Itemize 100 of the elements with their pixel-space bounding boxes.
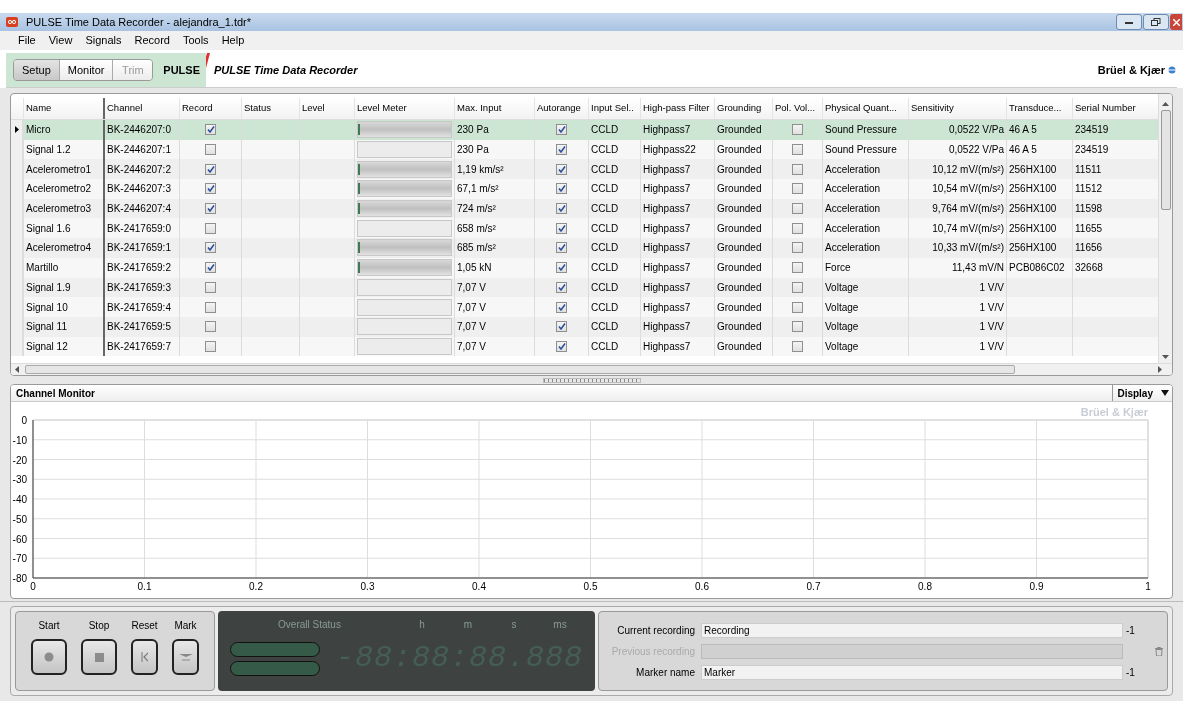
checkbox[interactable] bbox=[205, 340, 216, 352]
checkbox[interactable] bbox=[792, 301, 803, 313]
checkbox[interactable] bbox=[792, 242, 803, 254]
checkbox[interactable] bbox=[205, 321, 216, 333]
checkbox[interactable] bbox=[556, 262, 567, 274]
text-field[interactable]: Marker bbox=[701, 664, 1123, 680]
checkbox[interactable] bbox=[205, 242, 216, 254]
checkbox[interactable] bbox=[556, 163, 567, 175]
status-title: Overall Status bbox=[277, 618, 342, 632]
checkbox[interactable] bbox=[556, 321, 567, 333]
table-cell: 234519 bbox=[1072, 120, 1142, 140]
menu-item[interactable]: Tools bbox=[176, 32, 215, 49]
menu-item[interactable]: Signals bbox=[79, 32, 128, 49]
checkbox[interactable] bbox=[556, 222, 567, 234]
checkbox[interactable] bbox=[792, 183, 803, 195]
close-button[interactable] bbox=[1170, 14, 1182, 30]
record-button[interactable] bbox=[31, 639, 67, 675]
mode-tab[interactable]: Setup bbox=[14, 60, 59, 80]
checkbox[interactable] bbox=[556, 183, 567, 195]
checkbox[interactable] bbox=[556, 124, 567, 136]
column-header[interactable]: Sensitivity bbox=[908, 98, 1006, 119]
splitter-handle[interactable] bbox=[542, 377, 641, 383]
checkbox[interactable] bbox=[205, 203, 216, 215]
checkbox[interactable] bbox=[556, 203, 567, 215]
column-header[interactable]: Name bbox=[23, 98, 103, 119]
checkbox[interactable] bbox=[556, 340, 567, 352]
mark-button[interactable] bbox=[172, 639, 199, 675]
column-header[interactable]: High-pass Filter bbox=[640, 98, 714, 119]
checkbox[interactable] bbox=[556, 281, 567, 293]
brand-logo: Brüel & Kjær bbox=[1097, 62, 1166, 78]
column-header[interactable]: Max. Input bbox=[454, 98, 534, 119]
table-cell: Grounded bbox=[714, 257, 772, 278]
table-cell: Force bbox=[822, 257, 908, 278]
stop-icon bbox=[94, 652, 104, 662]
checkbox[interactable] bbox=[792, 281, 803, 293]
vertical-scrollbar[interactable] bbox=[1158, 94, 1172, 363]
scroll-thumb[interactable] bbox=[1160, 110, 1171, 210]
checkbox[interactable] bbox=[205, 262, 216, 274]
button-label: Reset bbox=[131, 619, 158, 633]
close-icon bbox=[1172, 18, 1180, 26]
scroll-thumb[interactable] bbox=[25, 365, 1015, 374]
column-header[interactable]: Pol. Vol... bbox=[772, 98, 822, 119]
column-header[interactable]: Serial Number bbox=[1072, 98, 1142, 119]
table-cell: 1,05 kN bbox=[454, 257, 534, 278]
reset-button[interactable] bbox=[131, 639, 158, 675]
tick-label: 0.3 bbox=[360, 581, 375, 592]
checkbox[interactable] bbox=[792, 203, 803, 215]
checkbox[interactable] bbox=[205, 281, 216, 293]
checkbox[interactable] bbox=[205, 124, 216, 136]
table-cell: 11656 bbox=[1072, 238, 1142, 258]
minimize-button[interactable] bbox=[1116, 14, 1142, 30]
menu-item[interactable]: View bbox=[42, 32, 79, 49]
horizontal-scrollbar[interactable] bbox=[11, 363, 1172, 375]
checkbox[interactable] bbox=[792, 340, 803, 352]
record-icon bbox=[44, 652, 54, 662]
column-header[interactable]: Status bbox=[241, 98, 299, 119]
column-header[interactable]: Record bbox=[179, 98, 241, 119]
checkbox[interactable] bbox=[792, 321, 803, 333]
maximize-button[interactable] bbox=[1143, 14, 1169, 30]
checkbox[interactable] bbox=[205, 163, 216, 175]
text-field[interactable]: Recording bbox=[701, 622, 1123, 638]
table-cell: CCLD bbox=[588, 120, 640, 140]
checkbox[interactable] bbox=[205, 183, 216, 195]
mode-tab[interactable]: Monitor bbox=[58, 60, 113, 80]
menu-item[interactable]: Record bbox=[128, 32, 176, 49]
table-cell: Highpass7 bbox=[640, 120, 714, 140]
table-cell: 10,33 mV/(m/s²) bbox=[908, 238, 1006, 258]
column-header[interactable]: Physical Quant... bbox=[822, 98, 908, 119]
checkbox[interactable] bbox=[205, 144, 216, 156]
checkbox[interactable] bbox=[205, 222, 216, 234]
tick-label: 1 bbox=[1145, 581, 1151, 592]
column-header[interactable]: Grounding bbox=[714, 98, 772, 119]
button-label: Mark bbox=[174, 619, 197, 633]
unit-label: m bbox=[462, 618, 474, 632]
checkbox[interactable] bbox=[792, 262, 803, 274]
table-cell: CCLD bbox=[588, 257, 640, 278]
column-header[interactable]: Transduce... bbox=[1006, 98, 1072, 119]
checkbox[interactable] bbox=[556, 242, 567, 254]
tick-label: -80 bbox=[12, 573, 27, 584]
stop-button[interactable] bbox=[81, 639, 117, 675]
trash-icon[interactable] bbox=[1155, 646, 1163, 656]
checkbox[interactable] bbox=[205, 301, 216, 313]
menu-item[interactable]: Help bbox=[215, 32, 251, 49]
app-label: PULSE bbox=[163, 62, 200, 78]
row-header[interactable] bbox=[11, 120, 23, 140]
checkbox[interactable] bbox=[792, 163, 803, 175]
column-header[interactable]: Level bbox=[299, 98, 354, 119]
column-header[interactable]: Level Meter bbox=[354, 98, 454, 119]
checkbox[interactable] bbox=[792, 124, 803, 136]
display-dropdown[interactable]: Display bbox=[1112, 385, 1172, 401]
column-header[interactable]: Input Sel.. bbox=[588, 98, 640, 119]
checkbox[interactable] bbox=[556, 301, 567, 313]
table-cell: 11512 bbox=[1072, 179, 1142, 199]
tick-label: 0.2 bbox=[249, 581, 263, 592]
checkbox[interactable] bbox=[792, 222, 803, 234]
brand-icon bbox=[1167, 66, 1177, 74]
menu-item[interactable]: File bbox=[12, 32, 42, 49]
checkbox[interactable] bbox=[792, 144, 803, 156]
column-header[interactable]: Autorange bbox=[534, 98, 588, 119]
checkbox[interactable] bbox=[556, 144, 567, 156]
